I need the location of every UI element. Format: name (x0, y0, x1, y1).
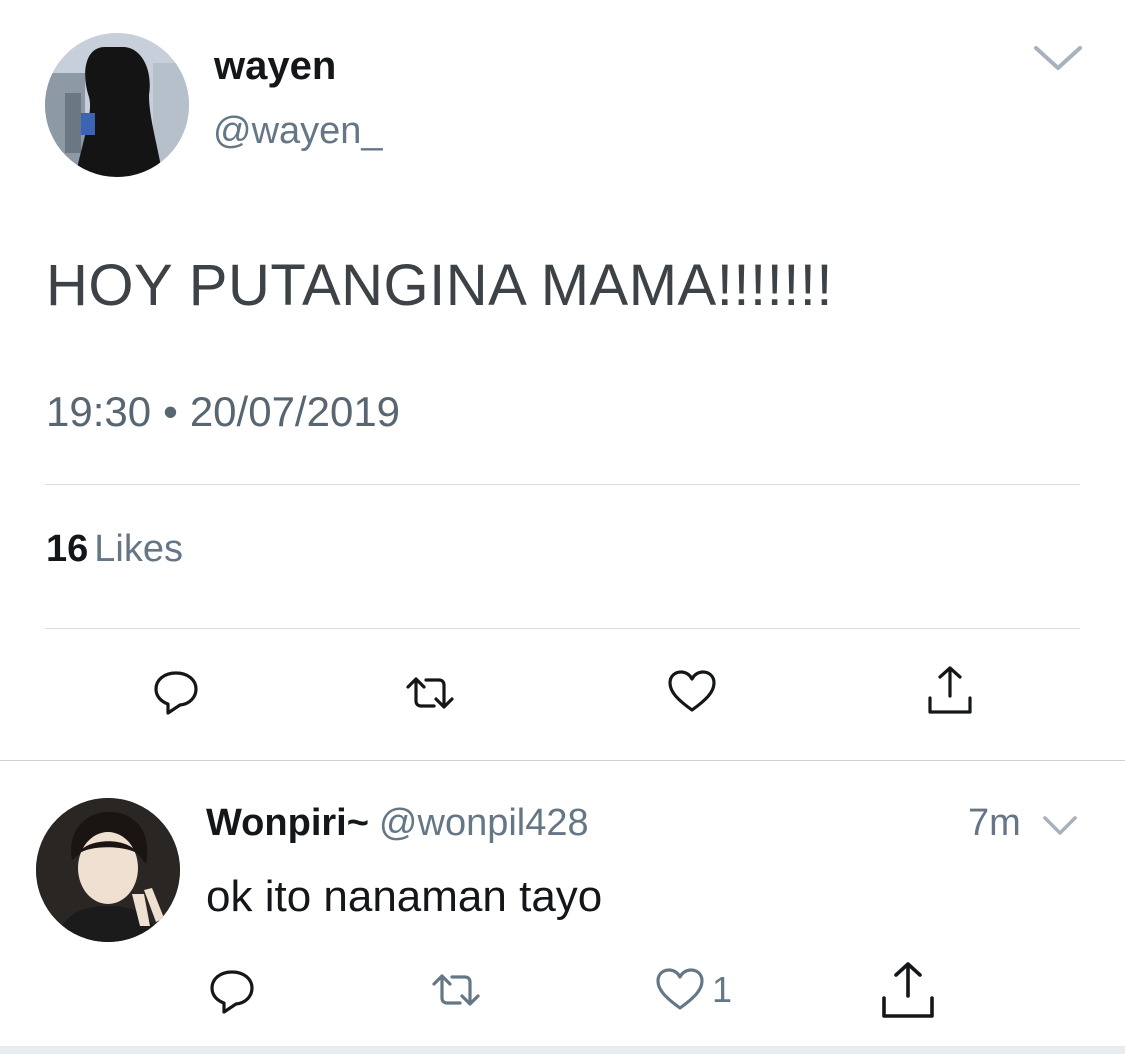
reply-like-button[interactable]: 1 (652, 962, 732, 1018)
author-handle[interactable]: @wayen_ (213, 110, 383, 153)
like-icon (656, 968, 704, 1010)
author-name[interactable]: wayen (214, 44, 336, 89)
avatar-image (36, 798, 180, 942)
likes-stat[interactable]: 16 Likes (46, 528, 183, 571)
retweet-icon[interactable] (402, 665, 458, 721)
reply-icon[interactable] (148, 665, 204, 721)
bottom-separator (0, 1046, 1125, 1054)
retweet-icon[interactable] (428, 962, 484, 1018)
tweet-text: HOY PUTANGINA MAMA!!!!!!! (46, 253, 834, 318)
author-avatar[interactable] (45, 33, 189, 177)
tweet-timestamp: 19:30 • 20/07/2019 (46, 388, 400, 436)
likes-label: Likes (94, 528, 183, 570)
reply-author-handle[interactable]: @wonpil428 (379, 802, 589, 844)
reply-timestamp: 7m (968, 802, 1021, 844)
reply-icon[interactable] (204, 964, 260, 1020)
like-icon[interactable] (664, 664, 720, 720)
reply-text: ok ito nanaman tayo (206, 872, 603, 921)
chevron-down-icon[interactable] (1040, 812, 1080, 840)
reply-author-avatar[interactable] (36, 798, 180, 942)
share-icon[interactable] (876, 958, 934, 1018)
reply-author-header[interactable]: Wonpiri~ @wonpil428 (206, 802, 589, 845)
like-count: 1 (712, 969, 733, 1010)
divider (45, 628, 1080, 629)
reply-author-name[interactable]: Wonpiri~ (206, 802, 369, 844)
tweet-date: 20/07/2019 (189, 388, 401, 435)
avatar-image (45, 33, 189, 177)
chevron-down-icon[interactable] (1030, 40, 1086, 76)
divider (45, 484, 1080, 485)
likes-count: 16 (46, 528, 89, 570)
share-icon[interactable] (922, 662, 978, 718)
meta-separator: • (163, 388, 178, 435)
thread-divider (0, 760, 1125, 761)
tweet-time: 19:30 (46, 388, 152, 435)
